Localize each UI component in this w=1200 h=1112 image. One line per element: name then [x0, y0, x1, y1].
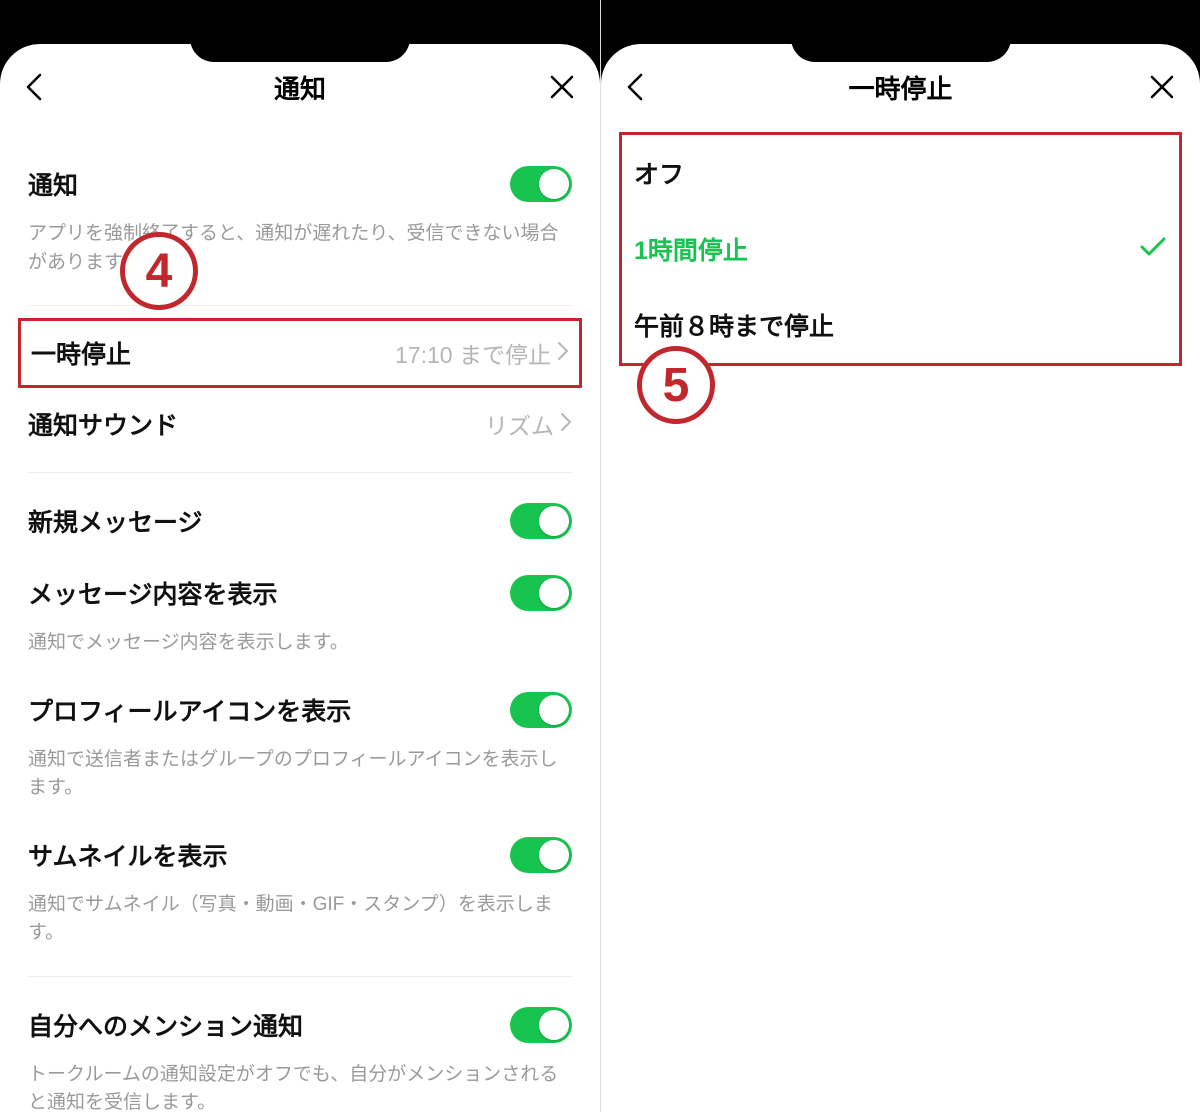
row-label: プロフィールアイコンを表示: [28, 692, 351, 728]
row-value: リズム: [485, 407, 572, 441]
page-title: 通知: [274, 69, 326, 106]
row-label: 自分へのメンション通知: [28, 1007, 303, 1043]
header: 通知: [0, 44, 600, 120]
toggle-notifications[interactable]: [510, 166, 572, 202]
row-show-profile: プロフィールアイコンを表示: [0, 674, 600, 746]
row-show-content: メッセージ内容を表示: [0, 557, 600, 629]
row-new-message: 新規メッセージ: [0, 485, 600, 557]
divider: [28, 305, 572, 306]
page-title: 一時停止: [848, 69, 952, 106]
toggle-show-content[interactable]: [510, 575, 572, 611]
row-description: トークルームの通知設定がオフでも、自分がメンションされると通知を受信します。: [0, 1061, 600, 1112]
row-label: 通知: [28, 166, 78, 202]
row-label: メッセージ内容を表示: [28, 575, 278, 611]
callout-badge-5: 5: [637, 346, 715, 424]
row-description: アプリを強制終了すると、通知が遅れたり、受信できない場合があります。: [0, 220, 600, 293]
row-label: サムネイルを表示: [28, 837, 228, 873]
highlight-box-pause: 一時停止 17:10 まで停止: [18, 318, 582, 388]
callout-badge-4: 4: [120, 232, 198, 310]
row-value: 17:10 まで停止: [395, 336, 569, 370]
row-label: 通知サウンド: [28, 406, 178, 442]
toggle-new-message[interactable]: [510, 503, 572, 539]
back-icon[interactable]: [24, 72, 46, 102]
option-one-hour[interactable]: 1時間停止: [622, 211, 1179, 287]
row-notifications: 通知: [0, 148, 600, 220]
chevron-right-icon: [560, 411, 572, 438]
toggle-show-profile[interactable]: [510, 692, 572, 728]
toggle-mention[interactable]: [510, 1007, 572, 1043]
status-bar: [0, 0, 600, 44]
chevron-right-icon: [557, 340, 569, 367]
row-description: 通知で送信者またはグループのプロフィールアイコンを表示します。: [0, 746, 600, 819]
status-bar: [601, 0, 1200, 44]
close-icon[interactable]: [548, 73, 576, 101]
toggle-show-thumb[interactable]: [510, 837, 572, 873]
option-label: オフ: [634, 155, 684, 191]
option-off[interactable]: オフ: [622, 135, 1179, 211]
row-pause[interactable]: 一時停止 17:10 まで停止: [21, 321, 579, 385]
option-label: 1時間停止: [634, 231, 748, 267]
check-icon: [1139, 236, 1167, 263]
row-mention: 自分へのメンション通知: [0, 989, 600, 1061]
row-label: 一時停止: [31, 335, 131, 371]
phone-screen-right: 一時停止 オフ 1時間停止 午前８時まで停止 5: [600, 0, 1200, 1112]
row-description: 通知でサムネイル（写真・動画・GIF・スタンプ）を表示します。: [0, 891, 600, 964]
row-label: 新規メッセージ: [28, 503, 203, 539]
option-until-8am[interactable]: 午前８時まで停止: [622, 287, 1179, 363]
header: 一時停止: [601, 44, 1200, 120]
phone-screen-left: 通知 通知 アプリを強制終了すると、通知が遅れたり、受信できない場合があります。…: [0, 0, 600, 1112]
row-sound[interactable]: 通知サウンド リズム: [0, 388, 600, 460]
divider: [28, 976, 572, 977]
row-show-thumb: サムネイルを表示: [0, 819, 600, 891]
back-icon[interactable]: [625, 72, 647, 102]
option-label: 午前８時まで停止: [634, 307, 834, 343]
highlight-box-options: オフ 1時間停止 午前８時まで停止: [619, 132, 1182, 366]
divider: [28, 472, 572, 473]
close-icon[interactable]: [1148, 73, 1176, 101]
row-description: 通知でメッセージ内容を表示します。: [0, 629, 600, 674]
